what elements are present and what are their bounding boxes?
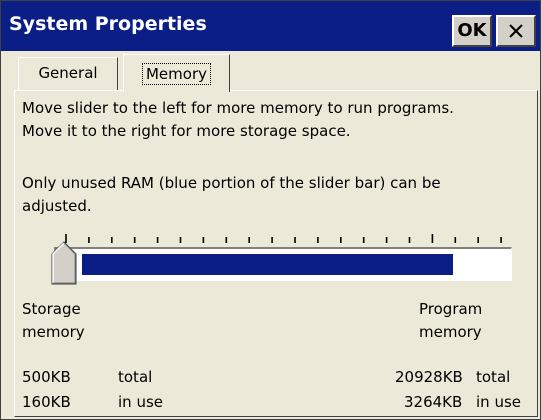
slider-ticks bbox=[65, 234, 502, 243]
system-properties-window: System Properties OK General Memory Move… bbox=[0, 0, 541, 420]
storage-label-line-2: memory bbox=[22, 323, 85, 341]
tab-general-label: General bbox=[38, 64, 98, 82]
program-inuse-label: in use bbox=[476, 393, 521, 411]
instructions-line-1: Move slider to the left for more memory … bbox=[22, 99, 454, 117]
memory-slider-track[interactable] bbox=[54, 247, 512, 281]
storage-label-line-1: Storage bbox=[22, 300, 81, 318]
instructions-line-2: Move it to the right for more storage sp… bbox=[22, 122, 351, 140]
window-title: System Properties bbox=[9, 13, 207, 35]
tab-general[interactable]: General bbox=[18, 57, 118, 90]
program-memory-fill bbox=[82, 254, 453, 275]
storage-total-label: total bbox=[118, 368, 153, 386]
tab-memory-label: Memory bbox=[141, 63, 211, 85]
storage-inuse-value: 160KB bbox=[22, 393, 71, 411]
memory-slider-thumb[interactable] bbox=[51, 241, 79, 285]
program-total-label: total bbox=[476, 368, 511, 386]
storage-inuse-label: in use bbox=[118, 393, 163, 411]
note-line-2: adjusted. bbox=[22, 197, 92, 215]
program-total-value: 20928KB bbox=[395, 368, 463, 386]
close-button[interactable] bbox=[496, 15, 536, 47]
close-icon bbox=[509, 24, 523, 38]
note-line-1: Only unused RAM (blue portion of the sli… bbox=[22, 174, 441, 192]
program-inuse-value: 3264KB bbox=[404, 393, 463, 411]
tab-memory[interactable]: Memory bbox=[123, 54, 230, 92]
program-label-line-1: Program bbox=[419, 300, 483, 318]
program-label-line-2: memory bbox=[419, 323, 482, 341]
ok-button[interactable]: OK bbox=[452, 15, 492, 47]
title-bar: System Properties OK bbox=[1, 1, 540, 51]
storage-total-value: 500KB bbox=[22, 368, 71, 386]
